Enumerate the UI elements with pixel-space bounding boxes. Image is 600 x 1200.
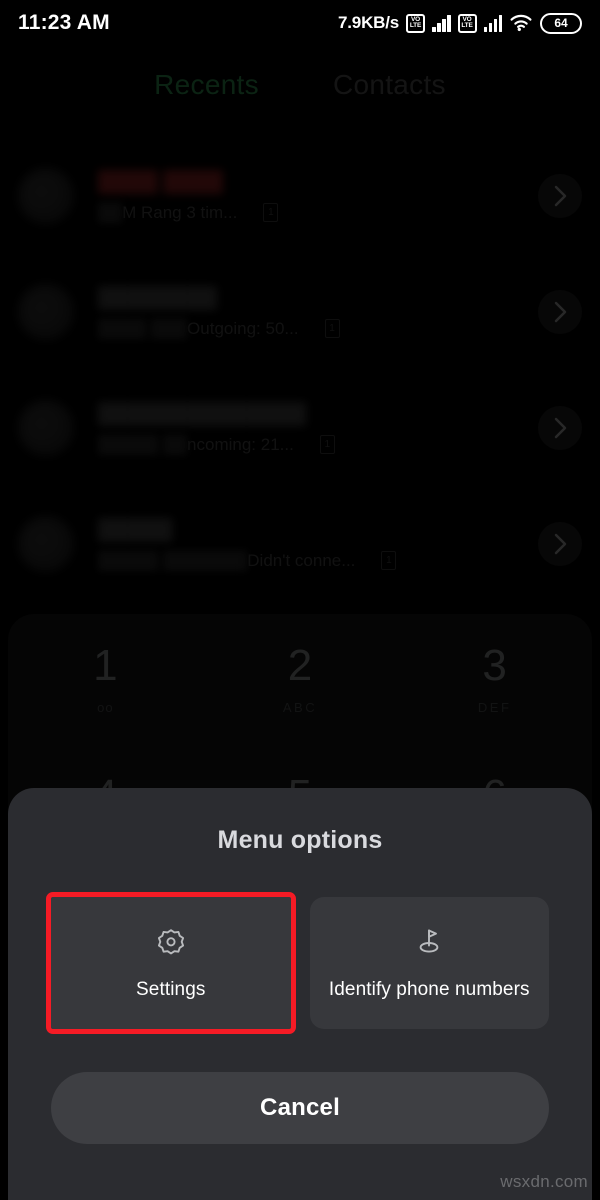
flag-pin-icon: [412, 925, 446, 959]
menu-options-sheet: Menu options Settings Identify phone num…: [8, 788, 592, 1200]
signal-bars-sim2-icon: [483, 14, 502, 32]
cancel-button[interactable]: Cancel: [51, 1072, 549, 1144]
menu-option-label: Settings: [136, 979, 206, 1000]
volte-icon-bottom: LTE: [409, 22, 422, 29]
menu-option-label: Identify phone numbers: [328, 979, 530, 1000]
sheet-title: Menu options: [217, 826, 383, 854]
watermark: wsxdn.com: [500, 1172, 588, 1191]
status-bar: 11:23 AM 7.9KB/s VO LTE VO LTE 64: [0, 0, 600, 46]
wifi-icon: [509, 14, 533, 32]
gear-icon: [154, 925, 188, 959]
signal-bars-sim1-icon: [432, 14, 451, 32]
menu-option-settings[interactable]: Settings: [46, 892, 296, 1034]
status-icons: 7.9KB/s VO LTE VO LTE 64: [338, 12, 582, 34]
volte-icon: VO LTE: [457, 13, 477, 33]
sheet-options-row: Settings Identify phone numbers: [28, 892, 572, 1034]
network-speed-text: 7.9KB/s: [338, 13, 399, 32]
menu-option-identify-phone-numbers[interactable]: Identify phone numbers: [309, 897, 549, 1029]
phone-screen: 11:23 AM 7.9KB/s VO LTE VO LTE 64 Menu o…: [0, 0, 600, 1200]
volte-icon-bottom: LTE: [461, 22, 473, 29]
volte-icon: VO LTE: [406, 13, 425, 33]
battery-indicator: 64: [540, 12, 582, 34]
status-time: 11:23 AM: [18, 11, 110, 34]
